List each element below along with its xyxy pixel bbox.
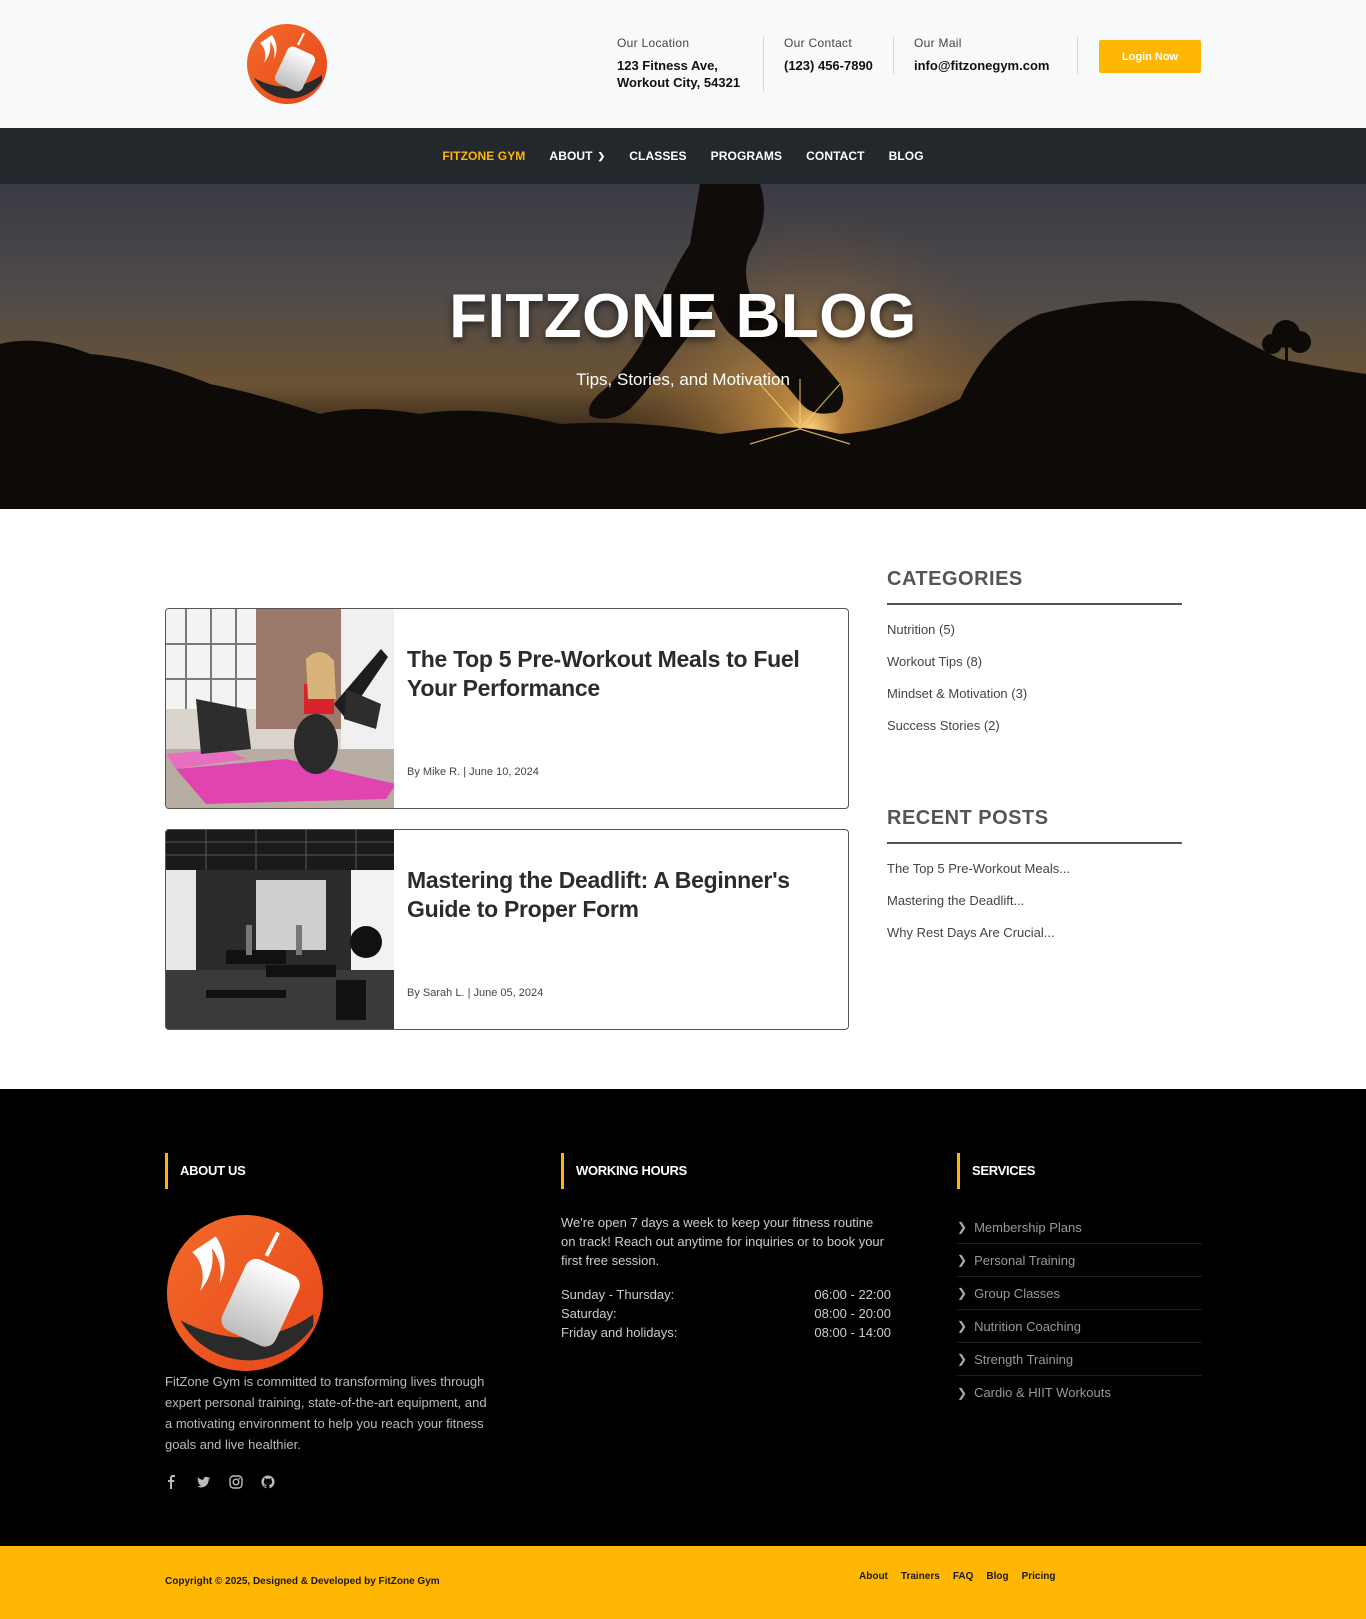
blog-post-card[interactable]: Mastering the Deadlift: A Beginner's Gui…: [165, 829, 849, 1030]
hero-banner: FITZONE BLOG Tips, Stories, and Motivati…: [0, 184, 1366, 509]
location-value: 123 Fitness Ave, Workout City, 54321: [617, 58, 741, 90]
post-date: June 10, 2024: [469, 766, 539, 778]
facebook-icon[interactable]: [165, 1475, 179, 1489]
fitzone-logo[interactable]: [246, 23, 328, 105]
post-thumbnail-image[interactable]: [166, 609, 394, 809]
services-heading: SERVICES: [957, 1153, 1035, 1189]
service-link[interactable]: ❯ Personal Training: [957, 1244, 1202, 1277]
post-title[interactable]: The Top 5 Pre-Workout Meals to Fuel Your…: [407, 645, 837, 703]
mail-block: Our Mail info@fitzonegym.com: [914, 36, 1049, 74]
footer-link-faq[interactable]: FAQ: [953, 1571, 974, 1582]
recent-posts-heading: RECENT POSTS: [887, 807, 1182, 844]
footer-logo: [166, 1214, 324, 1372]
service-link[interactable]: ❯ Strength Training: [957, 1343, 1202, 1376]
categories-list: Nutrition (5) Workout Tips (8) Mindset &…: [887, 622, 1027, 750]
nav-item-contact[interactable]: CONTACT: [806, 149, 864, 163]
about-us-heading: ABOUT US: [165, 1153, 246, 1189]
post-meta: By Sarah L. | June 05, 2024: [407, 987, 544, 999]
hero-subtitle: Tips, Stories, and Motivation: [576, 370, 790, 389]
blog-main: The Top 5 Pre-Workout Meals to Fuel Your…: [0, 509, 1366, 1089]
divider: [893, 36, 894, 74]
chevron-right-icon: ❯: [957, 1253, 968, 1267]
social-links: [165, 1475, 275, 1489]
footer-link-blog[interactable]: Blog: [986, 1571, 1008, 1582]
recent-post-link[interactable]: The Top 5 Pre-Workout Meals...: [887, 861, 1070, 893]
recent-posts-list: The Top 5 Pre-Workout Meals... Mastering…: [887, 861, 1070, 957]
post-thumbnail-image[interactable]: [166, 830, 394, 1030]
chevron-right-icon: ❯: [957, 1352, 968, 1366]
nav-item-programs[interactable]: PROGRAMS: [711, 149, 782, 163]
post-date: June 05, 2024: [473, 987, 544, 999]
hours-row: Sunday - Thursday: 06:00 - 22:00: [561, 1287, 891, 1302]
blog-post-card[interactable]: The Top 5 Pre-Workout Meals to Fuel Your…: [165, 608, 849, 809]
location-block: Our Location 123 Fitness Ave, Workout Ci…: [617, 36, 740, 91]
hero-title: FITZONE BLOG: [449, 282, 917, 351]
categories-heading: CATEGORIES: [887, 568, 1182, 605]
category-item[interactable]: Nutrition (5): [887, 622, 1027, 654]
category-item[interactable]: Workout Tips (8): [887, 654, 1027, 686]
category-item[interactable]: Mindset & Motivation (3): [887, 686, 1027, 718]
main-nav: FITZONE GYM ABOUT ❯ CLASSES PROGRAMS CONT…: [0, 128, 1366, 184]
service-link[interactable]: ❯ Membership Plans: [957, 1211, 1202, 1244]
recent-post-link[interactable]: Why Rest Days Are Crucial...: [887, 925, 1070, 957]
divider: [1077, 36, 1078, 74]
working-hours-text: We're open 7 days a week to keep your fi…: [561, 1215, 884, 1268]
nav-item-classes[interactable]: CLASSES: [629, 149, 686, 163]
chevron-right-icon: ❯: [957, 1319, 968, 1333]
mail-label: Our Mail: [914, 36, 962, 50]
post-title[interactable]: Mastering the Deadlift: A Beginner's Gui…: [407, 866, 837, 924]
recent-post-link[interactable]: Mastering the Deadlift...: [887, 893, 1070, 925]
location-label: Our Location: [617, 36, 690, 50]
twitter-icon[interactable]: [197, 1475, 211, 1489]
service-link[interactable]: ❯ Group Classes: [957, 1277, 1202, 1310]
site-footer: ABOUT US FitZone Gym is committed to tra…: [0, 1089, 1366, 1546]
service-link[interactable]: ❯ Cardio & HIIT Workouts: [957, 1376, 1202, 1409]
login-button[interactable]: Login Now: [1099, 40, 1201, 73]
copyright-bar: Copyright © 2025, Designed & Developed b…: [0, 1546, 1366, 1619]
chevron-right-icon: ❯: [957, 1385, 968, 1400]
about-us-text: FitZone Gym is committed to transforming…: [165, 1374, 487, 1452]
post-author[interactable]: Sarah L.: [423, 987, 465, 999]
chevron-right-icon: ❯: [957, 1286, 968, 1300]
github-icon[interactable]: [261, 1475, 275, 1489]
footer-links: About Trainers FAQ Blog Pricing: [859, 1571, 1056, 1582]
post-meta: By Mike R. | June 10, 2024: [407, 766, 539, 778]
footer-link-trainers[interactable]: Trainers: [901, 1571, 940, 1582]
chevron-right-icon: ❯: [957, 1220, 968, 1234]
copyright-text: Copyright © 2025, Designed & Developed b…: [165, 1576, 440, 1587]
nav-item-fitzone-gym[interactable]: FITZONE GYM: [442, 149, 525, 163]
nav-item-about[interactable]: ABOUT ❯: [549, 149, 605, 163]
contact-label: Our Contact: [784, 36, 852, 50]
chevron-down-icon: ❯: [597, 150, 606, 161]
footer-link-about[interactable]: About: [859, 1571, 888, 1582]
contact-block: Our Contact (123) 456-7890: [784, 36, 873, 74]
services-list: ❯ Membership Plans ❯ Personal Training ❯ Gr…: [957, 1211, 1202, 1409]
category-item[interactable]: Success Stories (2): [887, 718, 1027, 750]
hours-table: Sunday - Thursday: 06:00 - 22:00 Saturday…: [561, 1287, 891, 1344]
nav-item-blog[interactable]: BLOG: [889, 149, 924, 163]
divider: [763, 36, 764, 92]
hours-row: Saturday: 08:00 - 20:00: [561, 1306, 891, 1321]
contact-value[interactable]: (123) 456-7890: [784, 57, 873, 74]
mail-value[interactable]: info@fitzonegym.com: [914, 57, 1049, 74]
footer-link-pricing[interactable]: Pricing: [1022, 1571, 1056, 1582]
service-link[interactable]: ❯ Nutrition Coaching: [957, 1310, 1202, 1343]
top-header: Our Location 123 Fitness Ave, Workout Ci…: [0, 0, 1366, 128]
working-hours-heading: WORKING HOURS: [561, 1153, 687, 1189]
instagram-icon[interactable]: [229, 1475, 243, 1489]
hours-row: Friday and holidays: 08:00 - 14:00: [561, 1325, 891, 1340]
post-author[interactable]: Mike R.: [423, 766, 460, 778]
